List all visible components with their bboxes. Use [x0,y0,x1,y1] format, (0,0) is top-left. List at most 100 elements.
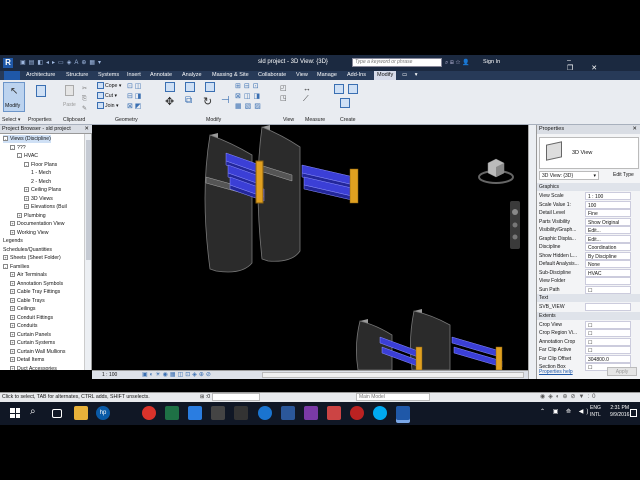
property-row[interactable]: Visibility/Graph... Edit... [539,226,639,234]
mirror-icon[interactable] [205,82,215,92]
property-value[interactable]: 100 [585,200,631,209]
property-row[interactable]: Discipline Coordination [539,243,639,251]
tree-item[interactable]: +3D Views [24,195,53,203]
properties-section-header[interactable]: Graphics [537,183,640,191]
property-row[interactable]: Far Clip Active ☐ [539,346,639,354]
upper-duct-run-2[interactable] [301,164,359,204]
tree-item[interactable]: + Air Terminals [10,271,47,279]
tree-item[interactable]: + Cable Tray Fittings [10,288,60,296]
tab-systems[interactable]: Systems [98,72,119,78]
panel-label-select[interactable]: Select ▾ [2,117,20,123]
create-tools[interactable] [332,82,362,112]
tree-item[interactable]: + Curtain Wall Mullions [10,348,66,356]
collapse-icon[interactable]: - [3,263,8,269]
geometry-tools[interactable]: ⊡ ◫ ⊟ ◨ ⊠ ◩ [127,82,157,112]
model-dropdown[interactable]: Main Model [356,393,430,401]
close-icon[interactable]: ✕ [632,125,637,134]
ribbon-toggle-icon[interactable]: ▭ ▾ [402,72,421,78]
property-row[interactable]: Sub-Discipline HVAC [539,268,639,277]
tree-item[interactable]: + Curtain Panels [10,331,51,339]
expand-icon[interactable]: + [17,212,22,218]
property-value[interactable]: Fine [585,209,631,217]
tree-item[interactable]: + Plumbing [17,212,46,220]
design-options-dropdown[interactable] [212,393,260,401]
upper-partition-right[interactable] [257,125,301,262]
expand-icon[interactable]: + [3,255,8,261]
tree-item[interactable]: + Documentation View [10,220,64,228]
tree-item[interactable]: - Families [3,263,29,271]
search-icon[interactable]: ⌕ [30,406,36,417]
property-row[interactable]: Parts Visibility Show Original [539,217,639,226]
instance-selector[interactable]: 3D View: {3D} ▾ [539,171,599,180]
tree-item[interactable]: 1 - Mech [31,169,51,177]
property-row[interactable]: Detail Level Fine [539,209,639,217]
property-value[interactable]: 1 : 100 [585,192,631,200]
tray-icons[interactable]: ⌃ ▣ ⟰ ◀) [540,408,591,415]
tab-annotate[interactable]: Annotate [150,72,172,78]
toolbar-icons[interactable]: ⌕ ⊞ ☆ 👤 [445,59,470,67]
collapse-icon[interactable]: - [3,136,8,142]
expand-icon[interactable]: + [10,323,15,329]
word-icon[interactable] [281,406,295,420]
property-value[interactable]: By Discipline [585,251,631,260]
property-value[interactable]: Edit... [585,234,631,243]
expand-icon[interactable]: + [10,280,15,286]
cut-button[interactable]: Cut ▾ [97,92,117,99]
paste-button[interactable]: Paste [60,82,80,112]
expand-icon[interactable]: + [10,331,15,337]
expand-icon[interactable]: + [24,195,29,201]
tab-analyze[interactable]: Analyze [182,72,202,78]
property-value[interactable]: ☐ [585,329,631,337]
view-vertical-scrollbar[interactable] [528,125,536,379]
quick-access-toolbar[interactable]: ▣▤◧◂▸▭◈A⊕▦▾ [20,59,170,67]
notifications-icon[interactable] [630,409,637,417]
property-value[interactable]: None [585,260,631,268]
chrome-icon[interactable] [142,406,156,420]
property-row[interactable]: View Scale 1 : 100 [539,192,639,200]
expand-icon[interactable]: + [10,229,15,235]
create-group-icon[interactable] [340,98,350,108]
sign-in-link[interactable]: Sign In [483,59,500,65]
expand-icon[interactable]: + [10,272,15,278]
task-view-icon[interactable] [52,409,62,418]
project-browser-scrollbar[interactable] [84,134,91,370]
property-value[interactable] [585,303,631,311]
trim-icon[interactable]: ⊣ [221,95,230,106]
expand-icon[interactable]: + [10,314,15,320]
tree-item[interactable]: + Annotation Symbols [10,280,63,288]
view-horizontal-scrollbar[interactable] [262,372,524,378]
tree-item[interactable]: + Ceilings [10,305,35,313]
property-row[interactable]: SVB_VIEW [539,303,639,311]
property-value[interactable] [585,277,631,285]
tree-item[interactable]: -??? [10,144,26,152]
3d-viewport[interactable] [92,125,528,370]
offset-icon[interactable] [185,82,195,92]
property-row[interactable]: Default Analysis... None [539,260,639,268]
tree-item[interactable]: + Ceiling Plans [24,186,61,194]
property-row[interactable]: Far Clip Offset 304800.0 [539,354,639,363]
join-button[interactable]: Join ▾ [97,102,119,109]
photos-icon[interactable] [188,406,202,420]
tab-structure[interactable]: Structure [66,72,88,78]
move-icon[interactable]: ✥ [165,95,174,108]
property-row[interactable]: Graphic Displa... Edit... [539,234,639,243]
tree-item[interactable]: - HVAC [17,152,38,160]
property-value[interactable]: ☐ [585,320,631,329]
tab-insert[interactable]: Insert [127,72,141,78]
tab-view[interactable]: View [296,72,308,78]
tree-item[interactable]: + Working View [10,229,49,237]
windows-start-icon[interactable] [10,408,20,418]
tree-item[interactable]: - Views (Discipline) [3,135,51,143]
property-value[interactable]: HVAC [585,268,631,277]
expand-icon[interactable]: + [10,306,15,312]
property-row[interactable]: Annotation Crop ☐ [539,337,639,346]
property-value[interactable]: ☐ [585,285,631,294]
align-icon[interactable] [165,82,175,92]
measure-tools[interactable]: ↔ ⟋ [303,84,311,104]
file-tab[interactable] [4,71,20,80]
property-row[interactable]: Sun Path ☐ [539,285,639,294]
tree-item[interactable]: + Sheets (Sheet Folder) [3,254,61,262]
hp-icon[interactable]: hp [96,406,110,420]
media-icon[interactable] [304,406,318,420]
tree-item[interactable]: + Curtain Systems [10,339,55,347]
